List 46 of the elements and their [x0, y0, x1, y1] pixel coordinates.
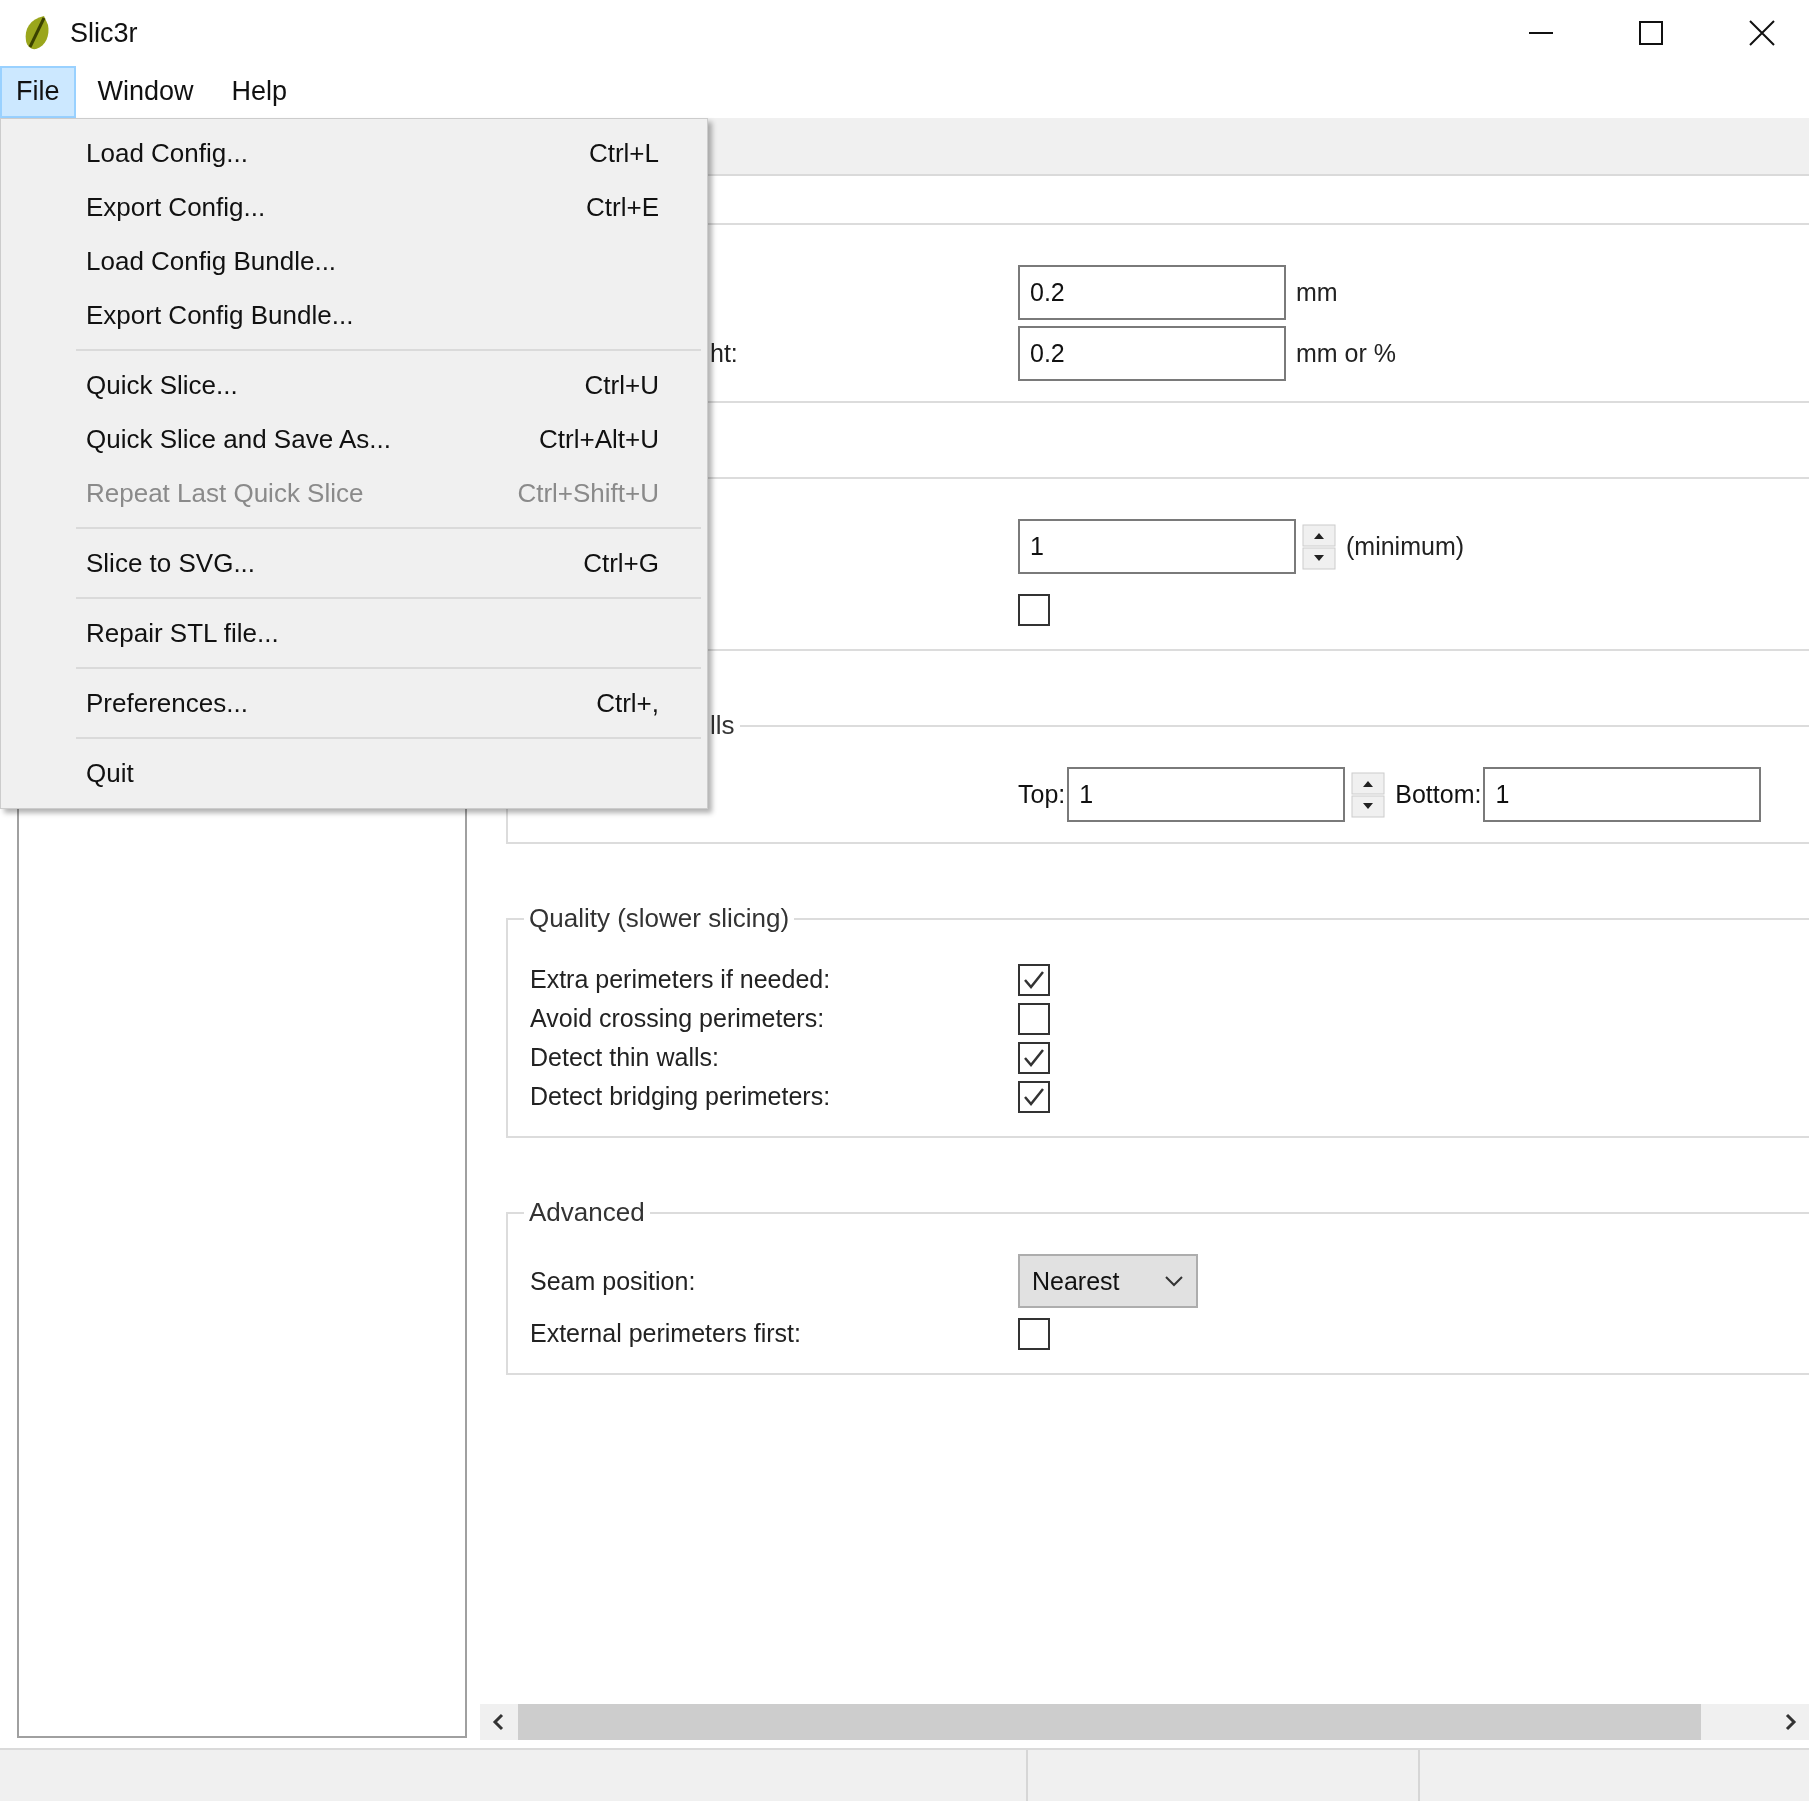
menu-item[interactable]: Export Config Bundle... — [1, 288, 707, 342]
checkbox[interactable] — [1018, 1002, 1050, 1035]
checkbox[interactable] — [1018, 1041, 1050, 1074]
spin-arrows-icon[interactable] — [1351, 771, 1386, 818]
menu-item[interactable]: Quick Slice... Ctrl+U — [1, 358, 707, 412]
menu-item[interactable]: File — [0, 66, 76, 118]
input-field[interactable]: 0.2 — [1018, 326, 1286, 381]
close-icon[interactable] — [1749, 20, 1775, 46]
maximize-icon[interactable] — [1639, 21, 1663, 45]
field-label: Avoid crossing perimeters: — [530, 1004, 825, 1032]
menu-item[interactable]: Help — [215, 66, 304, 118]
dropdown[interactable]: Nearest — [1018, 1254, 1198, 1308]
chevron-icon — [1164, 1275, 1184, 1287]
menu-item[interactable]: Slice to SVG... Ctrl+G — [1, 536, 707, 590]
spinner-field[interactable]: 1 — [1483, 767, 1762, 822]
scroll-left-icon[interactable] — [490, 1712, 506, 1732]
unit-label: mm — [1296, 278, 1338, 307]
menu-item[interactable]: Preferences... Ctrl+, — [1, 676, 707, 730]
field-label: Top: — [1018, 780, 1066, 809]
field-label: Bottom: — [1395, 780, 1482, 809]
horizontal-scrollbar[interactable] — [480, 1704, 1809, 1740]
menu-item[interactable]: Window — [81, 66, 210, 118]
spinner-field[interactable]: 1 — [1018, 519, 1296, 574]
input-field[interactable]: 0.2 — [1018, 265, 1286, 320]
spinner-field[interactable]: 1 — [1067, 767, 1346, 822]
checkbox[interactable] — [1018, 1080, 1050, 1113]
scroll-right-icon[interactable] — [1783, 1712, 1799, 1732]
checkbox[interactable] — [1018, 1317, 1050, 1350]
spin-arrows-icon[interactable] — [1302, 523, 1336, 570]
menu-item[interactable]: Load Config... Ctrl+L — [1, 126, 707, 180]
field-label: Extra perimeters if needed: — [530, 965, 831, 993]
menu-item[interactable]: Load Config Bundle... — [1, 234, 707, 288]
checkbox[interactable] — [1018, 593, 1050, 626]
unit-label: (minimum) — [1346, 532, 1465, 561]
field-label: Seam position: — [530, 1266, 696, 1295]
menu-item[interactable]: Quit — [1, 746, 707, 800]
menu-item[interactable]: Quick Slice and Save As... Ctrl+Alt+U — [1, 412, 707, 466]
menu-item[interactable]: Repair STL file... — [1, 606, 707, 660]
checkbox[interactable] — [1018, 963, 1050, 996]
menu-item[interactable]: Export Config... Ctrl+E — [1, 180, 707, 234]
unit-label: mm or % — [1296, 339, 1396, 368]
field-label: ht: — [710, 339, 738, 367]
field-label: External perimeters first: — [530, 1319, 801, 1347]
field-label: Detect thin walls: — [530, 1043, 719, 1071]
field-label: Detect bridging perimeters: — [530, 1082, 831, 1110]
window-title: Slic3r — [70, 17, 138, 49]
